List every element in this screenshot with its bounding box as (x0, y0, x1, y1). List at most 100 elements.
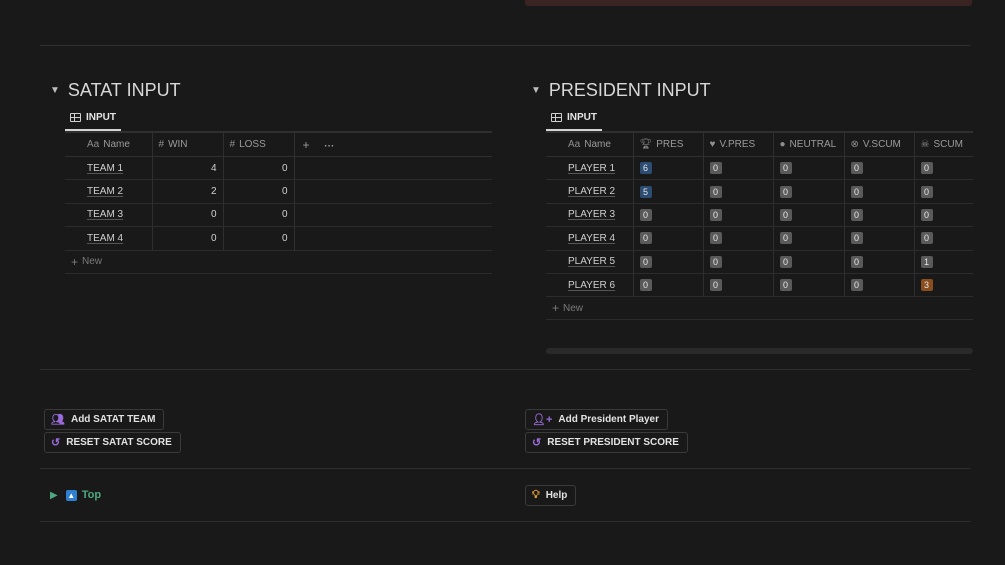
text-type-icon: Aa (87, 139, 100, 150)
row-name[interactable]: PLAYER 4 (546, 226, 633, 251)
value-badge: 3 (920, 279, 933, 292)
cell-vpres[interactable]: 0 (702, 226, 773, 251)
row-win[interactable]: 0 (151, 226, 223, 251)
cell-pres[interactable]: 0 (632, 273, 703, 298)
row-loss[interactable]: 0 (222, 179, 294, 204)
column-header-neutral[interactable]: ● NEUTRAL (772, 132, 844, 157)
users-icon: 👥︎ (51, 414, 65, 426)
president-section-title: PRESIDENT INPUT (548, 80, 711, 100)
column-header-win[interactable]: # WIN (151, 132, 223, 157)
cell-vpres[interactable]: 0 (702, 203, 773, 228)
table-row[interactable]: PLAYER 6 0 0 0 0 3 (546, 273, 973, 298)
column-header-loss[interactable]: # LOSS (222, 132, 294, 157)
table-header-row: Aa Name # WIN # LOSS + ··· (65, 132, 492, 157)
cell-scum[interactable]: 0 (913, 226, 973, 251)
row-name[interactable]: TEAM 4 (65, 226, 152, 251)
column-header-name[interactable]: Aa Name (546, 132, 633, 157)
cell-neutral[interactable]: 0 (772, 203, 844, 228)
table-row[interactable]: TEAM 4 0 0 (65, 226, 492, 251)
table-row[interactable]: PLAYER 4 0 0 0 0 0 (546, 226, 973, 251)
more-options-icon[interactable]: ··· (324, 141, 334, 152)
president-new-row-button[interactable]: + New (546, 297, 973, 321)
column-header-name[interactable]: Aa Name (65, 132, 152, 157)
cell-neutral[interactable]: 0 (772, 156, 844, 181)
column-header-pres[interactable]: 🏆︎ PRES (632, 132, 703, 157)
add-column-icon[interactable]: + (303, 138, 310, 152)
cell-vscum[interactable]: 0 (843, 250, 914, 274)
row-loss[interactable]: 0 (222, 226, 294, 251)
cell-pres[interactable]: 6 (632, 156, 703, 181)
president-tab-input[interactable]: INPUT (546, 112, 602, 131)
cell-scum[interactable]: 1 (913, 250, 973, 274)
add-user-icon: 👤︎+ (532, 414, 553, 426)
value-badge: 0 (709, 208, 722, 221)
add-satat-team-button[interactable]: 👥︎ Add SATAT TEAM (44, 409, 165, 430)
cell-pres[interactable]: 0 (632, 226, 703, 251)
row-name[interactable]: PLAYER 5 (546, 250, 633, 274)
cell-neutral[interactable]: 0 (772, 273, 844, 298)
row-win[interactable]: 2 (151, 179, 223, 204)
cell-neutral[interactable]: 0 (772, 179, 844, 204)
top-toggle[interactable]: ▶ ▲ Top (50, 489, 101, 501)
table-row[interactable]: PLAYER 1 6 0 0 0 0 (546, 156, 973, 181)
column-header-scum[interactable]: ☠ SCUM (913, 132, 973, 157)
cell-pres[interactable]: 0 (632, 203, 703, 228)
row-name[interactable]: PLAYER 3 (546, 203, 633, 228)
help-button[interactable]: 💡︎ Help (525, 485, 577, 506)
cell-vpres[interactable]: 0 (702, 156, 773, 181)
value-badge: 0 (850, 162, 863, 175)
cell-vscum[interactable]: 0 (843, 179, 914, 204)
text-type-icon: Aa (568, 139, 581, 150)
row-name[interactable]: PLAYER 6 (546, 273, 633, 298)
cell-neutral[interactable]: 0 (772, 250, 844, 274)
add-president-player-button[interactable]: 👤︎+ Add President Player (525, 409, 668, 430)
row-win[interactable]: 4 (151, 156, 223, 181)
table-row[interactable]: TEAM 3 0 0 (65, 203, 492, 228)
value-badge: 0 (709, 232, 722, 245)
row-loss[interactable]: 0 (222, 156, 294, 181)
cell-vscum[interactable]: 0 (843, 273, 914, 298)
reset-satat-score-button[interactable]: ↺ RESET SATAT SCORE (44, 432, 181, 453)
cell-vpres[interactable]: 0 (702, 179, 773, 204)
cell-vpres[interactable]: 0 (702, 250, 773, 274)
cell-scum[interactable]: 0 (913, 179, 973, 204)
row-name[interactable]: PLAYER 1 (546, 156, 633, 181)
column-header-vscum[interactable]: ⊗ V.SCUM (843, 132, 914, 157)
row-name[interactable]: TEAM 2 (65, 179, 152, 204)
row-name[interactable]: PLAYER 2 (546, 179, 633, 204)
cell-scum[interactable]: 0 (913, 203, 973, 228)
row-win[interactable]: 0 (151, 203, 223, 228)
value-badge: 0 (920, 232, 933, 245)
row-name[interactable]: TEAM 3 (65, 203, 152, 228)
row-loss[interactable]: 0 (222, 203, 294, 228)
value-badge: 0 (639, 279, 652, 292)
satat-new-row-button[interactable]: + New (65, 251, 492, 274)
cell-vscum[interactable]: 0 (843, 156, 914, 181)
button-label: Add SATAT TEAM (70, 414, 156, 425)
toggle-triangle-icon[interactable]: ▼ (50, 85, 60, 96)
reset-president-score-button[interactable]: ↺ RESET PRESIDENT SCORE (525, 432, 688, 453)
cell-vscum[interactable]: 0 (843, 226, 914, 251)
toggle-triangle-icon[interactable]: ▼ (531, 85, 541, 96)
column-header-vpres[interactable]: ♥ V.PRES (702, 132, 773, 157)
top-link[interactable]: ▲ Top (65, 489, 101, 501)
table-row[interactable]: TEAM 2 2 0 (65, 179, 492, 204)
table-row[interactable]: PLAYER 5 0 0 0 0 1 (546, 250, 973, 274)
toggle-triangle-icon[interactable]: ▶ (50, 490, 58, 501)
cell-pres[interactable]: 0 (632, 250, 703, 274)
table-row[interactable]: TEAM 1 4 0 (65, 156, 492, 181)
cell-vpres[interactable]: 0 (702, 273, 773, 298)
satat-section-header[interactable]: ▼ SATAT INPUT (50, 80, 181, 101)
satat-tab-input[interactable]: INPUT (65, 112, 121, 131)
table-row[interactable]: PLAYER 3 0 0 0 0 0 (546, 203, 973, 228)
cell-scum[interactable]: 3 (913, 273, 973, 298)
table-row[interactable]: PLAYER 2 5 0 0 0 0 (546, 179, 973, 204)
row-name[interactable]: TEAM 1 (65, 156, 152, 181)
cell-scum[interactable]: 0 (913, 156, 973, 181)
cell-neutral[interactable]: 0 (772, 226, 844, 251)
arrow-up-icon: ▲ (65, 489, 77, 501)
cell-vscum[interactable]: 0 (843, 203, 914, 228)
horizontal-scrollbar[interactable] (546, 348, 973, 354)
president-section-header[interactable]: ▼ PRESIDENT INPUT (531, 80, 711, 101)
cell-pres[interactable]: 5 (632, 179, 703, 204)
